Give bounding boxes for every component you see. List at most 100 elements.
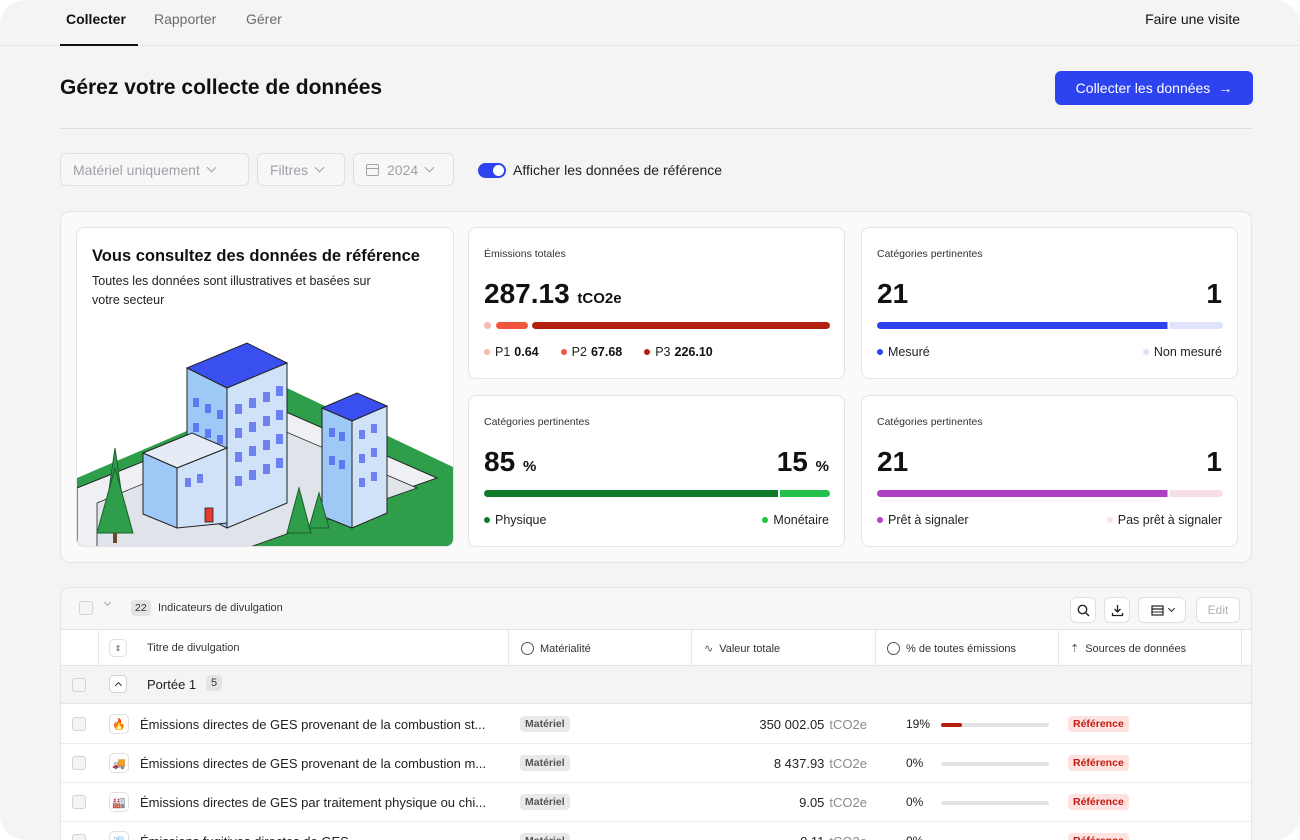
filters-dropdown[interactable]: Filtres [257,153,345,186]
physical-dot [484,517,490,523]
reference-card-title: Vous consultez des données de référence [92,247,420,265]
year-picker[interactable]: 2024 [353,153,454,186]
group-checkbox[interactable] [72,678,86,692]
p1-value: 0.64 [514,345,539,359]
materiality-icon [521,642,534,655]
total-value: 350 002.05 tCO2e [759,717,867,732]
reference-card-subtitle: Toutes les données sont illustratives et… [92,274,371,307]
total-emissions-card: Émissions totales 287.13 tCO2e P1 0.64 P… [468,227,845,379]
measured-bar [877,322,1223,329]
category-icon: 🚚 [109,753,129,773]
source-badge: Référence [1068,794,1129,810]
row-checkbox[interactable] [72,717,86,731]
measured-dot [877,349,883,355]
total-emissions-value: 287.13 tCO2e [484,278,622,309]
group-row-scope-1[interactable]: Portée 1 5 [61,666,1251,704]
materiality-badge: Matériel [520,794,570,810]
p3-bar [532,322,830,329]
pct-label: 0% [906,795,924,809]
tab-rapporter[interactable]: Rapporter [154,11,216,27]
column-pct-label: % de toutes émissions [906,642,1017,655]
ready-label: Prêt à signaler [888,513,969,527]
column-title[interactable]: Titre de divulgation [147,642,240,654]
column-materiality[interactable]: Matérialité [521,642,591,655]
column-total-value[interactable]: ∿ Valeur totale [704,642,780,656]
source-badge: Référence [1068,755,1129,771]
row-checkbox[interactable] [72,795,86,809]
measured-count: 21 [877,278,909,309]
monetary-pct: 15 % [776,446,829,477]
pct-label: 19% [906,717,931,731]
category-icon: 🏭 [109,792,129,812]
ready-to-report-card: Catégories pertinentes 21 1 Prêt à signa… [861,395,1238,547]
download-button[interactable] [1104,597,1130,623]
collect-data-button[interactable]: Collecter les données → [1055,71,1253,105]
search-button[interactable] [1070,597,1096,623]
year-label: 2024 [387,161,419,178]
app-window: Collecter Rapporter Gérer Faire une visi… [0,0,1300,840]
category-icon: 🔥 [109,714,129,734]
table-title: Indicateurs de divulgation [158,602,283,614]
tab-gerer[interactable]: Gérer [246,11,282,27]
reference-data-card: Vous consultez des données de référence … [76,227,454,547]
chevron-down-icon [1167,604,1175,612]
tour-link[interactable]: Faire une visite [1145,11,1240,27]
table-row[interactable]: 🏭 Émissions directes de GES par traiteme… [61,783,1251,822]
group-label: Portée 1 [147,677,197,692]
p3-value: 226.10 [674,345,713,359]
ready-legend: Prêt à signaler [877,513,969,527]
pie-icon [887,642,900,655]
sort-icon[interactable]: ⇕ [109,639,127,657]
pct-bar-fill [941,723,962,727]
p2-value: 67.68 [590,345,623,359]
row-title[interactable]: Émissions directes de GES par traitement… [140,795,503,810]
materiality-filter[interactable]: Matériel uniquement [60,153,249,186]
not-ready-label: Pas prêt à signaler [1117,513,1222,527]
physical-bar [484,490,830,497]
chevron-down-icon[interactable] [103,598,112,607]
materiality-badge: Matériel [520,716,570,732]
kpi-label: Catégories pertinentes [877,248,983,260]
pct-label: 0% [906,756,924,770]
row-checkbox[interactable] [72,834,86,840]
edit-button[interactable]: Edit [1196,597,1240,623]
unit-label: tCO2e [829,834,867,840]
column-pct-emissions[interactable]: % de toutes émissions [887,642,1016,655]
measured-label: Mesuré [888,345,930,359]
group-count-badge: 5 [206,675,223,691]
column-data-sources[interactable]: ⇡ Sources de données [1070,642,1186,656]
row-title[interactable]: Émissions directes de GES provenant de l… [140,756,503,771]
table-row[interactable]: 🔥 Émissions directes de GES provenant de… [61,705,1251,744]
select-all-checkbox[interactable] [79,601,93,615]
monetary-dot [762,517,769,523]
ready-count: 21 [877,446,909,477]
view-options-button[interactable] [1138,597,1186,623]
chevron-down-icon [206,162,217,173]
row-checkbox[interactable] [72,756,86,770]
chevron-down-icon [314,162,325,173]
not-measured-label: Non mesuré [1153,345,1222,359]
unit-label: tCO2e [829,756,867,771]
physical-pct: 85 % [484,446,537,477]
tab-collecter[interactable]: Collecter [66,11,126,27]
category-icon: 💨 [109,831,129,840]
not-ready-count: 1 [1206,446,1222,477]
column-title-label: Titre de divulgation [147,642,240,654]
table-row[interactable]: 💨 Émissions fugitives directes de GES Ma… [61,822,1251,840]
collapse-group-button[interactable] [109,675,127,693]
row-title[interactable]: Émissions directes de GES provenant de l… [140,717,503,732]
not-measured-count: 1 [1206,278,1222,309]
total-value: 9.05 tCO2e [799,795,867,810]
materiality-badge: Matériel [520,833,570,840]
row-title[interactable]: Émissions fugitives directes de GES [140,834,503,840]
p1-name: P1 [495,345,511,359]
indicator-count-badge: 22 [131,600,151,616]
table-row[interactable]: 🚚 Émissions directes de GES provenant de… [61,744,1251,783]
p2-bar [496,322,528,329]
search-icon [1077,604,1089,616]
physical-legend: Physique [484,513,546,527]
reference-data-toggle[interactable] [478,163,506,178]
arrow-right-icon: → [1218,80,1233,96]
p1-dot [484,349,490,355]
kpi-label: Émissions totales [484,248,566,260]
